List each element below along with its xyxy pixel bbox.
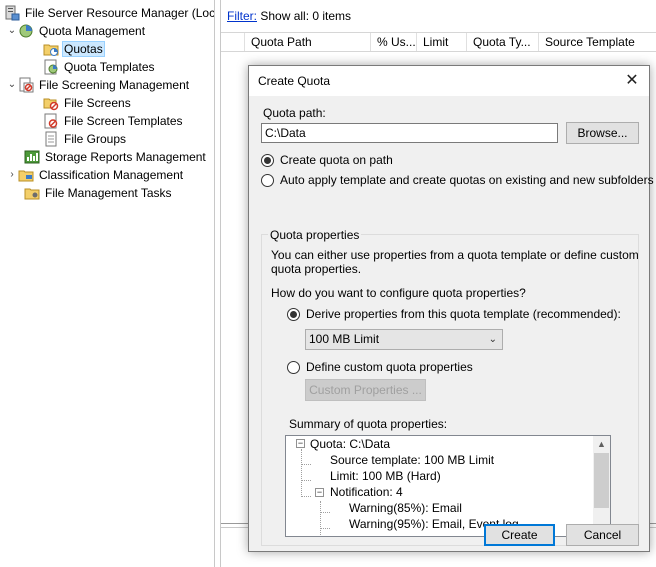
column-header-percent-used[interactable]: % Us... xyxy=(371,33,417,51)
group-description: You can either use properties from a quo… xyxy=(271,248,639,262)
tree-item-file-screens[interactable]: File Screens xyxy=(43,94,133,112)
create-button[interactable]: Create xyxy=(484,524,555,546)
radio-checked-icon xyxy=(287,307,300,321)
summary-limit: Limit: 100 MB (Hard) xyxy=(330,469,441,483)
close-icon[interactable]: ✕ xyxy=(615,66,649,96)
tree-guide-line xyxy=(301,480,311,481)
tree-guide-line xyxy=(301,464,311,465)
chevron-right-icon[interactable]: › xyxy=(6,169,18,181)
filter-status: Show all: 0 items xyxy=(260,9,352,23)
define-custom-properties-radio[interactable]: Define custom quota properties xyxy=(287,360,473,374)
chevron-down-icon: ⌄ xyxy=(488,334,497,345)
tree-item-label: Quota Templates xyxy=(64,60,155,74)
summary-tree[interactable]: − Quota: C:\Data Source template: 100 MB… xyxy=(285,435,611,537)
select-value: 100 MB Limit xyxy=(309,332,380,346)
configure-question: How do you want to configure quota prope… xyxy=(271,286,526,300)
auto-apply-template-radio[interactable]: Auto apply template and create quotas on… xyxy=(261,173,654,187)
radio-unchecked-icon xyxy=(287,360,300,374)
file-groups-icon xyxy=(43,131,59,147)
tree-item-label: Classification Management xyxy=(39,168,184,182)
quota-template-select[interactable]: 100 MB Limit ⌄ xyxy=(305,329,503,350)
tree-item-quota-templates[interactable]: Quota Templates xyxy=(43,58,157,76)
group-description-cont: quota properties. xyxy=(271,262,362,276)
derive-from-template-radio[interactable]: Derive properties from this quota templa… xyxy=(287,307,621,321)
create-quota-dialog: Create Quota ✕ Quota path: C:\Data Brows… xyxy=(248,65,654,552)
file-screen-templates-icon xyxy=(43,113,59,129)
tree-item-classification-management[interactable]: › Classification Management xyxy=(6,166,185,184)
tree-item-label: File Screen Templates xyxy=(64,114,183,128)
quotas-folder-icon xyxy=(43,41,59,57)
group-title: Quota properties xyxy=(268,228,362,242)
dialog-body: Quota path: C:\Data Browse... Create quo… xyxy=(249,96,654,551)
tree-item-fsrm-root[interactable]: File Server Resource Manager (Loca xyxy=(4,4,215,22)
classification-icon xyxy=(18,167,34,183)
create-quota-on-path-radio[interactable]: Create quota on path xyxy=(261,153,393,167)
scroll-up-icon[interactable]: ▲ xyxy=(593,436,610,453)
radio-label: Create quota on path xyxy=(280,153,393,167)
server-icon xyxy=(4,5,20,21)
radio-label: Define custom quota properties xyxy=(306,360,473,374)
tree-item-quotas[interactable]: Quotas xyxy=(43,40,105,58)
column-header-quota-path[interactable]: Quota Path xyxy=(245,33,371,51)
tree-item-label: Storage Reports Management xyxy=(45,150,206,164)
summary-source-template: Source template: 100 MB Limit xyxy=(330,453,495,467)
tree-guide-line xyxy=(320,501,321,535)
column-header-blank[interactable] xyxy=(221,33,245,51)
tree-item-file-screening-management[interactable]: ⌄ File Screening Management xyxy=(6,76,191,94)
file-screening-icon xyxy=(18,77,34,93)
file-management-tasks-icon xyxy=(24,185,40,201)
quota-templates-icon xyxy=(43,59,59,75)
list-header: Quota Path % Us... Limit Quota Ty... Sou… xyxy=(221,32,656,52)
tree-item-label: File Screening Management xyxy=(39,78,190,92)
collapse-icon[interactable]: − xyxy=(315,488,324,497)
tree-item-label: Quotas xyxy=(62,41,105,57)
radio-unchecked-icon xyxy=(261,173,274,187)
filter-bar: Filter: Show all: 0 items xyxy=(227,9,351,23)
file-screens-icon xyxy=(43,95,59,111)
radio-checked-icon xyxy=(261,153,274,167)
tree-item-file-groups[interactable]: File Groups xyxy=(43,130,128,148)
collapse-icon[interactable]: − xyxy=(296,439,305,448)
custom-properties-button[interactable]: Custom Properties ... xyxy=(305,379,426,401)
tree-guide-line xyxy=(320,512,330,513)
quota-path-label: Quota path: xyxy=(263,106,326,120)
tree-item-file-management-tasks[interactable]: File Management Tasks xyxy=(24,184,174,202)
tree-guide-line xyxy=(301,449,302,497)
tree-item-quota-management[interactable]: ⌄ Quota Management xyxy=(6,22,147,40)
cancel-button[interactable]: Cancel xyxy=(566,524,639,546)
summary-notification: Notification: 4 xyxy=(330,485,403,499)
tree-item-storage-reports[interactable]: Storage Reports Management xyxy=(24,148,208,166)
tree-item-label: File Server Resource Manager (Loca xyxy=(25,6,215,20)
radio-label: Auto apply template and create quotas on… xyxy=(280,173,654,187)
chevron-down-icon[interactable]: ⌄ xyxy=(6,79,18,91)
dialog-title: Create Quota xyxy=(258,74,331,88)
tree-item-label: File Management Tasks xyxy=(45,186,172,200)
dialog-titlebar[interactable]: Create Quota ✕ xyxy=(249,66,649,96)
tree-item-file-screen-templates[interactable]: File Screen Templates xyxy=(43,112,185,130)
browse-button[interactable]: Browse... xyxy=(566,122,639,144)
tree-item-label: File Screens xyxy=(64,96,131,110)
summary-scrollbar[interactable]: ▲ ▼ xyxy=(593,436,610,536)
tree-item-label: File Groups xyxy=(64,132,127,146)
quota-path-input[interactable]: C:\Data xyxy=(261,123,558,143)
summary-warning-85: Warning(85%): Email xyxy=(349,501,462,515)
scroll-thumb[interactable] xyxy=(594,453,609,508)
quota-management-icon xyxy=(18,23,34,39)
tree-guide-line xyxy=(301,496,311,497)
column-header-quota-type[interactable]: Quota Ty... xyxy=(467,33,539,51)
storage-reports-icon xyxy=(24,149,40,165)
tree-item-label: Quota Management xyxy=(39,24,146,38)
column-header-limit[interactable]: Limit xyxy=(417,33,467,51)
summary-quota-root: Quota: C:\Data xyxy=(310,437,391,451)
chevron-down-icon[interactable]: ⌄ xyxy=(6,25,18,37)
tree-guide-line xyxy=(320,528,330,529)
filter-link[interactable]: Filter: xyxy=(227,9,257,23)
column-header-source-template[interactable]: Source Template xyxy=(539,33,656,51)
navigation-tree: File Server Resource Manager (Loca ⌄ Quo… xyxy=(0,0,215,567)
summary-label: Summary of quota properties: xyxy=(289,417,448,431)
radio-label: Derive properties from this quota templa… xyxy=(306,307,621,321)
